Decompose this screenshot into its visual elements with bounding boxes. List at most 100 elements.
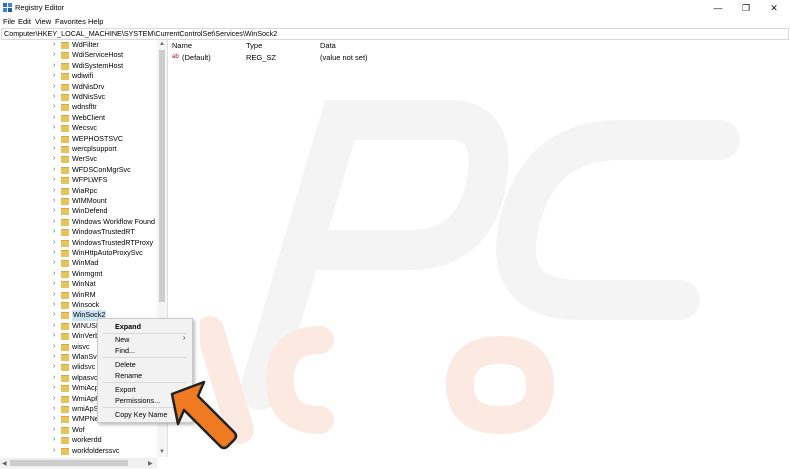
tree-item[interactable]: › WdNisDrv bbox=[0, 82, 160, 92]
tree-item[interactable]: › WEPHOSTSVC bbox=[0, 134, 160, 144]
chevron-right-icon[interactable]: › bbox=[53, 238, 59, 248]
context-permissions[interactable]: Permissions... bbox=[115, 396, 160, 405]
tree-item[interactable]: › WindowsTrustedRT bbox=[0, 227, 160, 237]
chevron-right-icon[interactable]: › bbox=[53, 290, 59, 300]
context-find[interactable]: Find... bbox=[115, 346, 135, 355]
chevron-right-icon[interactable]: › bbox=[53, 435, 59, 445]
chevron-right-icon[interactable]: › bbox=[53, 186, 59, 196]
address-bar[interactable]: Computer\HKEY_LOCAL_MACHINE\SYSTEM\Curre… bbox=[1, 28, 789, 40]
scroll-left-icon[interactable]: ◀ bbox=[2, 460, 7, 467]
tree-item-label: wercplsupport bbox=[72, 144, 117, 153]
minimize-button[interactable]: — bbox=[704, 0, 732, 16]
chevron-right-icon[interactable]: › bbox=[53, 102, 59, 112]
tree-item[interactable]: › wdnsfltr bbox=[0, 102, 160, 112]
tree-item[interactable]: › WFDSConMgrSvc bbox=[0, 165, 160, 175]
chevron-right-icon[interactable]: › bbox=[53, 206, 59, 216]
chevron-right-icon[interactable]: › bbox=[53, 217, 59, 227]
address-path[interactable]: Computer\HKEY_LOCAL_MACHINE\SYSTEM\Curre… bbox=[4, 29, 277, 39]
tree-item[interactable]: › WinHttpAutoProxySvc bbox=[0, 248, 160, 258]
chevron-right-icon[interactable]: › bbox=[53, 362, 59, 372]
menu-view[interactable]: View bbox=[35, 17, 51, 26]
chevron-right-icon[interactable]: › bbox=[53, 258, 59, 268]
column-header-data[interactable]: Data bbox=[320, 41, 336, 50]
chevron-right-icon[interactable]: › bbox=[53, 82, 59, 92]
chevron-right-icon[interactable]: › bbox=[53, 383, 59, 393]
chevron-right-icon[interactable]: › bbox=[53, 196, 59, 206]
chevron-right-icon[interactable]: › bbox=[53, 123, 59, 133]
menu-file[interactable]: File bbox=[3, 17, 15, 26]
tree-item[interactable]: › WinDefend bbox=[0, 206, 160, 216]
chevron-right-icon[interactable]: › bbox=[53, 165, 59, 175]
chevron-right-icon[interactable]: › bbox=[53, 92, 59, 102]
tree-item[interactable]: › WdFilter bbox=[0, 40, 160, 50]
tree-item[interactable]: › WdNisSvc bbox=[0, 92, 160, 102]
chevron-right-icon[interactable]: › bbox=[53, 446, 59, 456]
menu-favorites[interactable]: Favorites bbox=[55, 17, 86, 26]
chevron-right-icon[interactable]: › bbox=[53, 113, 59, 123]
tree-item[interactable]: › WindowsTrustedRTProxy bbox=[0, 238, 160, 248]
chevron-right-icon[interactable]: › bbox=[53, 227, 59, 237]
chevron-right-icon[interactable]: › bbox=[53, 404, 59, 414]
chevron-right-icon[interactable]: › bbox=[53, 279, 59, 289]
tree-item[interactable]: › workfolderssvc bbox=[0, 446, 160, 456]
tree-item[interactable]: › WebClient bbox=[0, 113, 160, 123]
tree-item[interactable]: › wdiwifi bbox=[0, 71, 160, 81]
context-expand[interactable]: Expand bbox=[115, 322, 141, 331]
chevron-right-icon[interactable]: › bbox=[53, 310, 59, 320]
tree-item[interactable]: › WdiSystemHost bbox=[0, 61, 160, 71]
scroll-right-icon[interactable]: ▶ bbox=[148, 460, 153, 467]
chevron-right-icon[interactable]: › bbox=[53, 71, 59, 81]
column-header-name[interactable]: Name bbox=[172, 41, 192, 50]
chevron-right-icon[interactable]: › bbox=[53, 321, 59, 331]
tree-item[interactable]: › WiaRpc bbox=[0, 186, 160, 196]
restore-button[interactable]: ❐ bbox=[732, 0, 760, 16]
tree-item[interactable]: › WFPLWFS bbox=[0, 175, 160, 185]
context-rename[interactable]: Rename bbox=[115, 371, 142, 380]
chevron-right-icon[interactable]: › bbox=[53, 50, 59, 60]
context-new[interactable]: New bbox=[115, 335, 129, 344]
chevron-right-icon[interactable]: › bbox=[53, 414, 59, 424]
context-delete[interactable]: Delete bbox=[115, 360, 136, 369]
chevron-right-icon[interactable]: › bbox=[53, 300, 59, 310]
tree-item[interactable]: › WinRM bbox=[0, 290, 160, 300]
chevron-right-icon[interactable]: › bbox=[53, 144, 59, 154]
tree-item-label: Wof bbox=[72, 424, 85, 434]
chevron-right-icon[interactable]: › bbox=[53, 154, 59, 164]
menu-help[interactable]: Help bbox=[88, 17, 103, 26]
tree-item[interactable]: › Winsock bbox=[0, 300, 160, 310]
tree-item[interactable]: › workerdd bbox=[0, 435, 160, 445]
tree-item[interactable]: › Windows Workflow Found bbox=[0, 217, 160, 227]
tree-item[interactable]: › WinMad bbox=[0, 258, 160, 268]
menu-edit[interactable]: Edit bbox=[18, 17, 31, 26]
tree-item[interactable]: › WerSvc bbox=[0, 154, 160, 164]
chevron-right-icon[interactable]: › bbox=[53, 352, 59, 362]
chevron-right-icon[interactable]: › bbox=[53, 269, 59, 279]
tree-item[interactable]: › Wecsvc bbox=[0, 123, 160, 133]
context-copy-key-name[interactable]: Copy Key Name bbox=[115, 410, 167, 419]
scroll-up-icon[interactable]: ▲ bbox=[159, 41, 165, 47]
chevron-right-icon[interactable]: › bbox=[53, 394, 59, 404]
tree-vertical-thumb[interactable] bbox=[159, 50, 165, 302]
chevron-right-icon[interactable]: › bbox=[53, 61, 59, 71]
chevron-right-icon[interactable]: › bbox=[53, 373, 59, 383]
tree-item[interactable]: › WIMMount bbox=[0, 196, 160, 206]
chevron-right-icon[interactable]: › bbox=[53, 342, 59, 352]
chevron-right-icon[interactable]: › bbox=[53, 248, 59, 258]
folder-icon bbox=[61, 83, 69, 91]
tree-item[interactable]: › WdiServiceHost bbox=[0, 50, 160, 60]
tree-item[interactable]: › wercplsupport bbox=[0, 144, 160, 154]
tree-item[interactable]: › WinNat bbox=[0, 279, 160, 289]
column-header-type[interactable]: Type bbox=[246, 41, 262, 50]
tree-item-label: WindowsTrustedRTProxy bbox=[72, 237, 154, 247]
context-export[interactable]: Export bbox=[115, 385, 136, 394]
chevron-right-icon[interactable]: › bbox=[53, 175, 59, 185]
tree-item[interactable]: › Winmgmt bbox=[0, 269, 160, 279]
chevron-right-icon[interactable]: › bbox=[53, 134, 59, 144]
close-button[interactable]: ✕ bbox=[760, 0, 788, 16]
chevron-right-icon[interactable]: › bbox=[53, 425, 59, 435]
chevron-right-icon[interactable]: › bbox=[53, 40, 59, 50]
tree-item[interactable]: › Wof bbox=[0, 425, 160, 435]
tree-horizontal-thumb[interactable] bbox=[10, 460, 128, 466]
scroll-down-icon[interactable]: ▼ bbox=[159, 449, 165, 455]
chevron-right-icon[interactable]: › bbox=[53, 331, 59, 341]
